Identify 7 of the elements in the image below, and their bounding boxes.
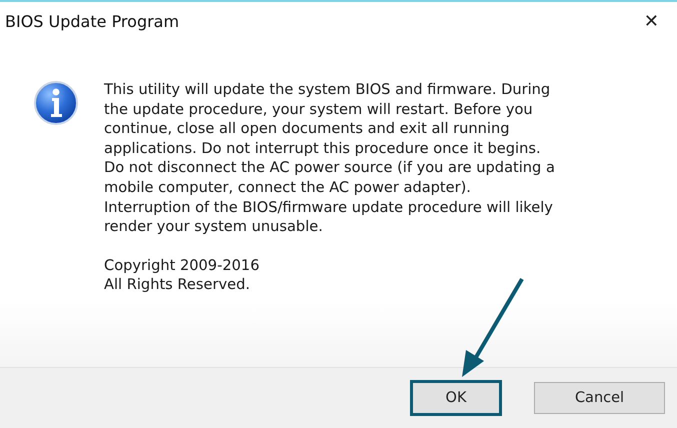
info-icon — [33, 80, 79, 126]
copyright-text: Copyright 2009-2016 All Rights Reserved. — [104, 256, 260, 295]
cancel-button[interactable]: Cancel — [534, 382, 665, 414]
ok-button[interactable]: OK — [412, 382, 500, 414]
message-text: This utility will update the system BIOS and firmware. During the update procedure, your system will restart. Before you continue, close all open documents and exit all running applications. Do not interrupt this procedure once it begins. Do not disconnect the AC power source (if you are updating a mobile computer, connect the AC power adapter). Interruption of the BIOS/firmware update procedure will likely render your system unusable. — [104, 80, 555, 237]
window-title: BIOS Update Program — [5, 12, 180, 30]
close-button[interactable]: ✕ — [636, 8, 667, 34]
